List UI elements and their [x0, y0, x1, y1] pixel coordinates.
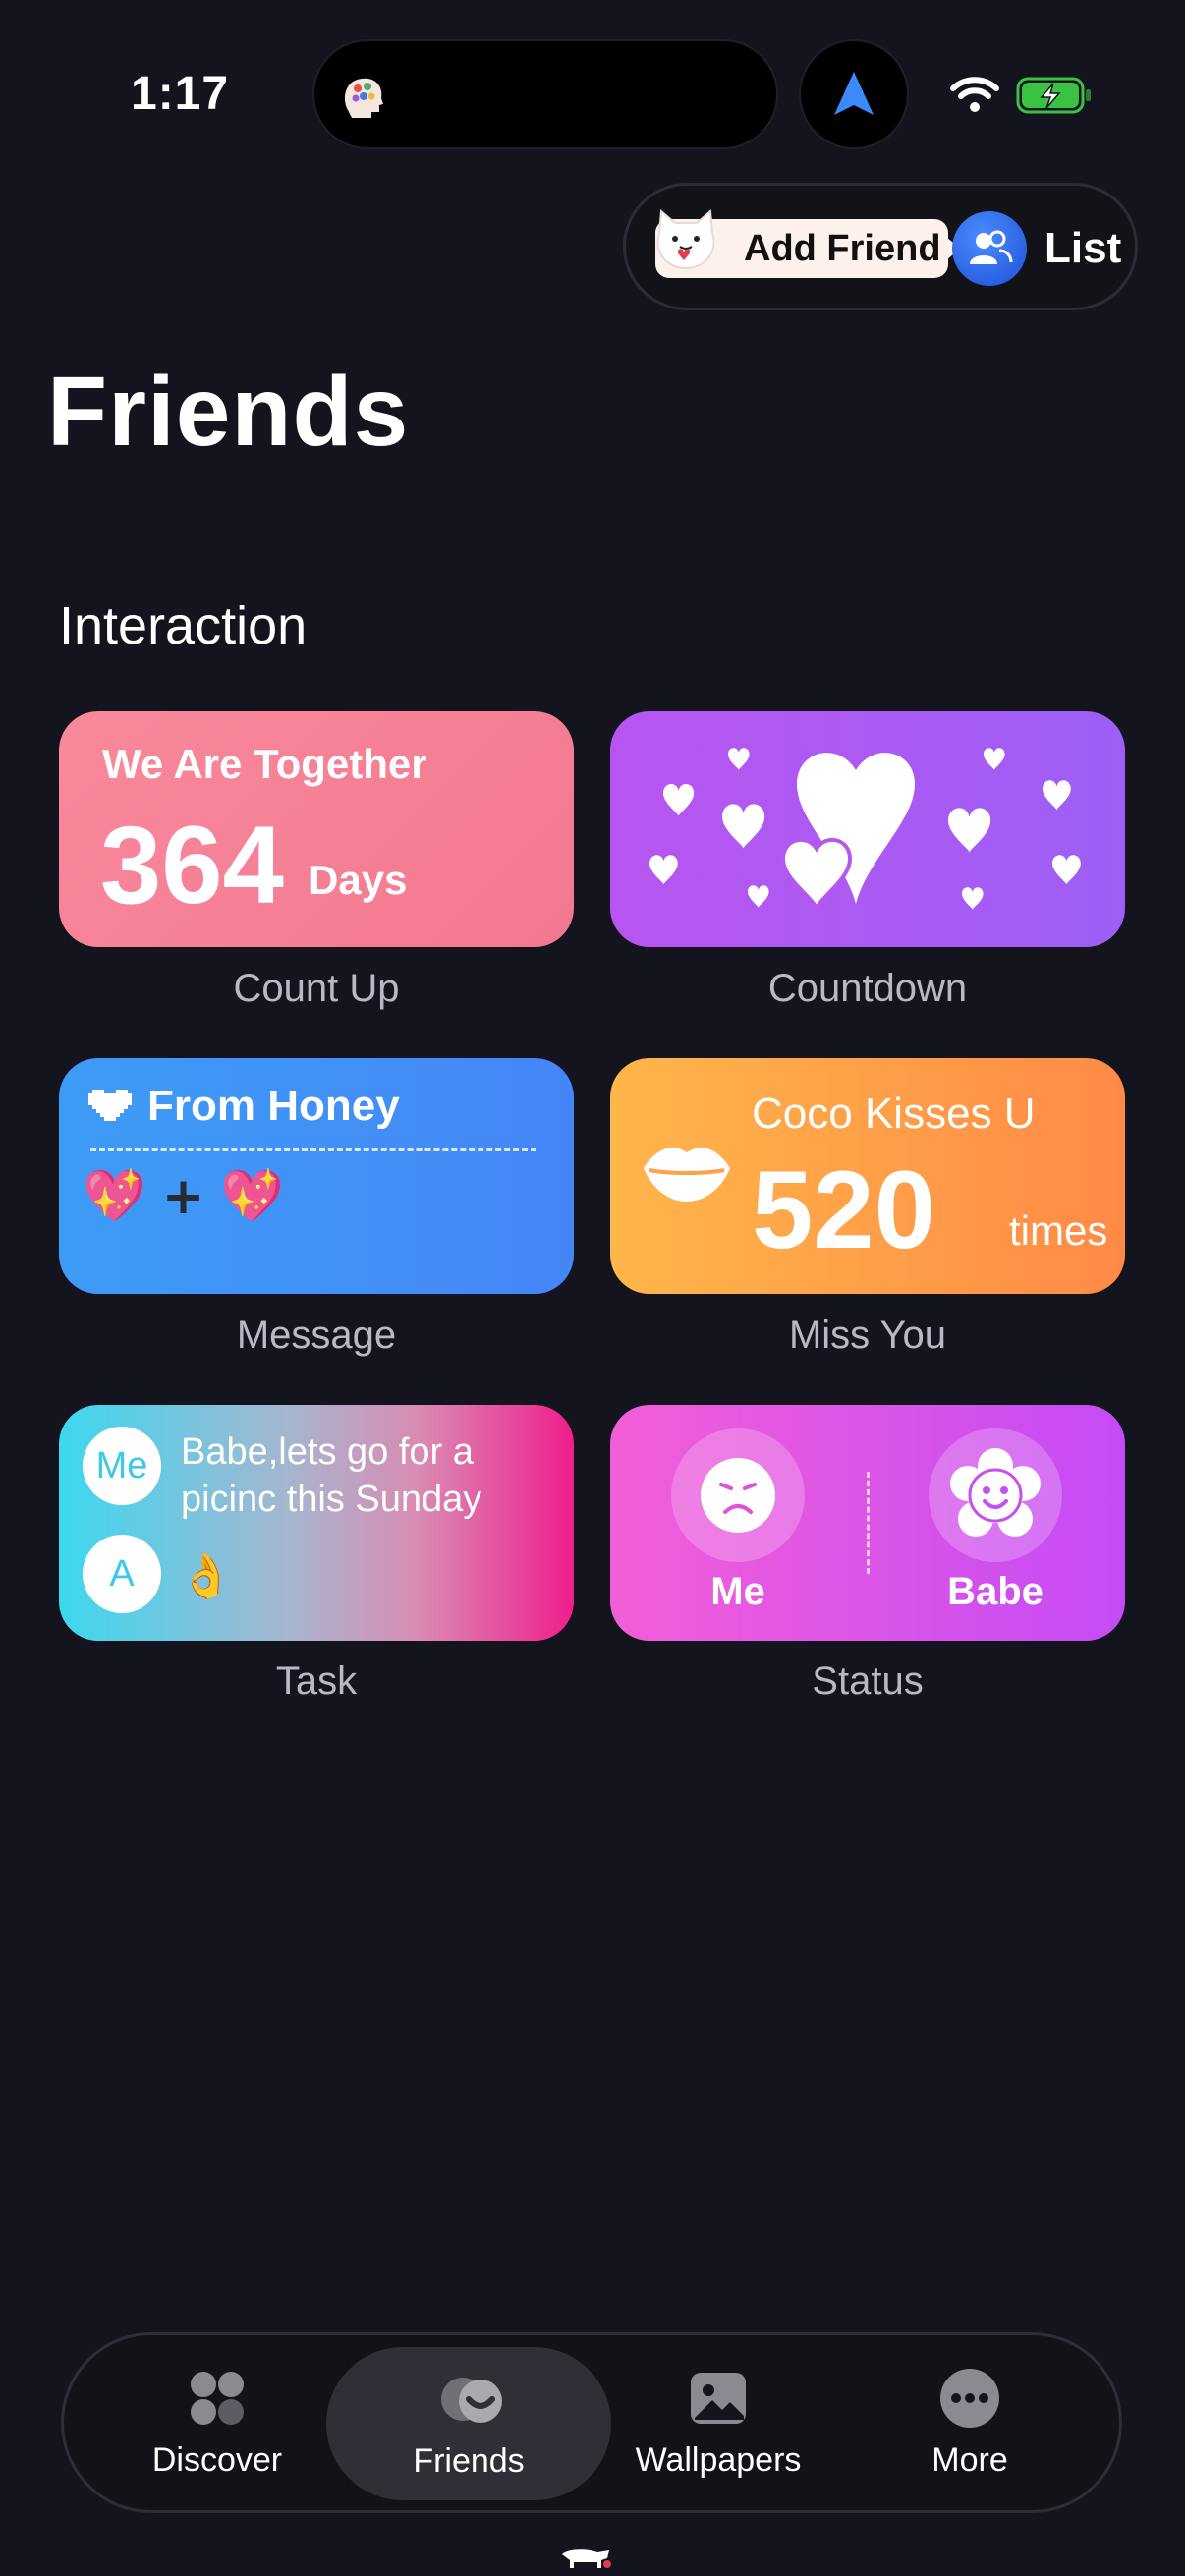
pixel-heart-icon [88, 1090, 132, 1121]
count-up-unit: Days [309, 857, 408, 903]
status-caption: Status [812, 1659, 924, 1703]
dynamic-island [312, 39, 778, 149]
avatar-me: Me [83, 1427, 161, 1505]
lips-icon [644, 1147, 730, 1202]
flower-smile-icon [950, 1448, 1041, 1537]
add-friend-label: Add Friend [744, 227, 941, 269]
page-title: Friends [47, 357, 410, 467]
people-list-icon [952, 211, 1027, 286]
tab-discover-label: Discover [151, 2440, 283, 2479]
image-icon [691, 2372, 746, 2424]
flower-face-circle [929, 1428, 1062, 1562]
status-time: 1:17 [131, 68, 230, 120]
message-emojis: 💖 + 💖 [83, 1166, 284, 1226]
section-title-interaction: Interaction [59, 596, 308, 655]
miss-you-unit: times [1009, 1207, 1108, 1254]
task-message: Babe,lets go for a picinc this Sunday [181, 1431, 482, 1520]
countdown-widget[interactable] [610, 711, 1125, 947]
count-up-number: 364 [100, 804, 284, 926]
status-divider [867, 1472, 870, 1574]
navigation-indicator [799, 39, 909, 149]
countdown-caption: Countdown [767, 967, 968, 1010]
app-head-icon [344, 78, 383, 118]
status-babe-label: Babe [947, 1570, 1044, 1613]
cow-mascot-icon [562, 2549, 611, 2568]
count-up-widget[interactable]: We Are Together 364 Days [59, 711, 574, 947]
ok-hand-emoji: 👌 [179, 1552, 233, 1600]
more-dots-icon [940, 2368, 999, 2428]
battery-charging-icon [1016, 77, 1091, 114]
add-friend-button[interactable]: Add Friend [655, 208, 960, 278]
sparkling-heart-left: 💖 [83, 1167, 146, 1226]
message-widget[interactable]: From Honey 💖 + 💖 [59, 1058, 574, 1294]
tab-wallpapers-label: Wallpapers [635, 2440, 802, 2479]
tab-more[interactable]: More [844, 2335, 1096, 2510]
message-divider [90, 1148, 536, 1151]
navigation-arrow-icon [834, 72, 874, 115]
task-widget[interactable]: Me A Babe,lets go for a picinc this Sund… [59, 1405, 574, 1641]
sad-face-circle [671, 1428, 805, 1562]
tab-friends[interactable]: Friends [326, 2347, 611, 2500]
list-button[interactable]: List [952, 211, 1129, 286]
list-label: List [1044, 224, 1122, 272]
cat-mascot-icon [656, 208, 715, 270]
tab-friends-label: Friends [413, 2441, 525, 2480]
count-up-header: We Are Together [102, 741, 427, 787]
sparkling-heart-right: 💖 [220, 1167, 285, 1226]
count-up-caption: Count Up [233, 967, 400, 1010]
tab-more-label: More [931, 2440, 1008, 2479]
avatar-a: A [83, 1535, 161, 1613]
bottom-tab-bar: Discover Friends Wallpapers More [61, 2332, 1122, 2513]
top-action-pill: Add Friend List [623, 183, 1138, 310]
miss-you-number: 520 [752, 1148, 935, 1271]
tab-discover[interactable]: Discover [91, 2335, 343, 2510]
message-header: From Honey [147, 1082, 400, 1130]
task-caption: Task [275, 1659, 358, 1703]
status-me-label: Me [710, 1570, 765, 1613]
message-caption: Message [236, 1314, 397, 1357]
tab-wallpapers[interactable]: Wallpapers [592, 2335, 844, 2510]
miss-you-widget[interactable]: Coco Kisses U 520 times [610, 1058, 1125, 1294]
miss-you-header: Coco Kisses U [752, 1090, 1036, 1138]
hearts-icon [649, 748, 1081, 913]
friends-icon [441, 2377, 502, 2423]
plus-sign: + [161, 1167, 205, 1226]
miss-you-caption: Miss You [788, 1314, 947, 1357]
status-widget[interactable]: Me Babe [610, 1405, 1125, 1641]
sad-face-icon [701, 1458, 775, 1533]
grid-icon [191, 2371, 244, 2425]
wifi-icon [950, 77, 999, 112]
